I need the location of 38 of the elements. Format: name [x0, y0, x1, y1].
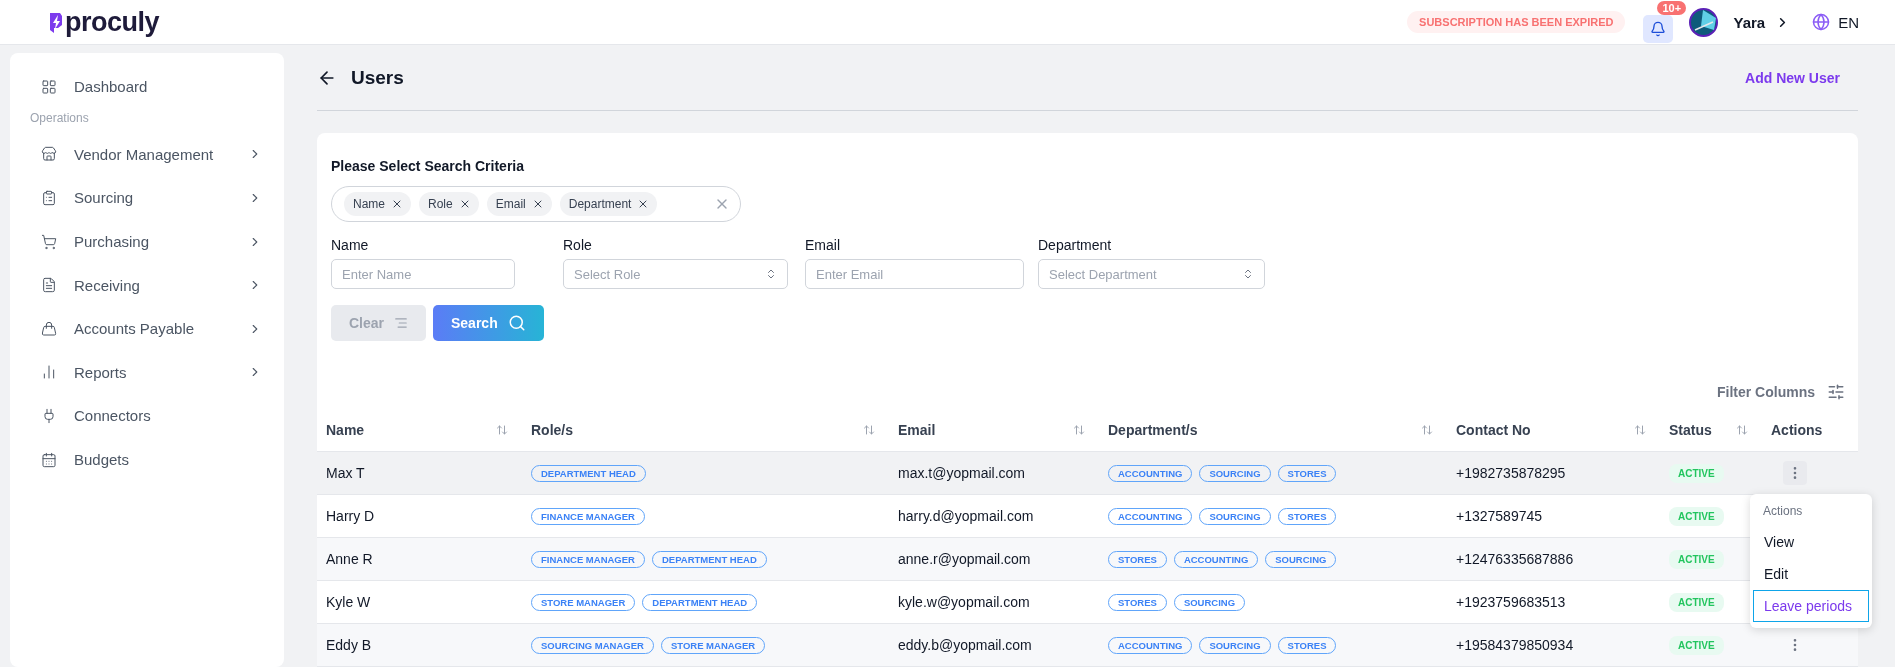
table-cell: kyle.w@yopmail.com: [898, 594, 1030, 610]
field-label: Name: [331, 237, 370, 253]
table-cell: Eddy B: [326, 637, 372, 653]
field-label: Role: [563, 237, 593, 253]
subscription-notice: SUBSCRIPTION HAS BEEN EXPIRED: [1407, 11, 1626, 33]
menu-title: Actions: [1762, 503, 1804, 520]
table-cell: Max T: [326, 465, 365, 481]
section-title: Please Select Search Criteria: [331, 158, 525, 174]
status-badge: ACTIVE: [1669, 635, 1724, 655]
table-cell: Kyle W: [326, 594, 371, 610]
status-badge: ACTIVE: [1669, 549, 1724, 569]
status-badge: ACTIVE: [1669, 463, 1724, 483]
table-cell: anne.r@yopmail.com: [898, 551, 1031, 567]
table-cell: +1982735878295: [1456, 465, 1566, 481]
column-header: Email: [898, 422, 936, 438]
table-cell: Anne R: [326, 551, 373, 567]
table-cell: +12476335687886: [1456, 551, 1574, 567]
table-cell: harry.d@yopmail.com: [898, 508, 1034, 524]
status-badge: ACTIVE: [1669, 592, 1724, 612]
column-header: Role/s: [531, 422, 573, 438]
table-cell: max.t@yopmail.com: [898, 465, 1026, 481]
table-cell: eddy.b@yopmail.com: [898, 637, 1032, 653]
column-header: Department/s: [1108, 422, 1198, 438]
table-cell: +1923759683513: [1456, 594, 1566, 610]
sidebar-section-label: Operations: [29, 109, 90, 127]
field-label: Email: [805, 237, 841, 253]
column-header: Name: [326, 422, 365, 438]
page-title: Users: [351, 66, 405, 89]
logo-text: proculy: [65, 6, 160, 38]
status-badge: ACTIVE: [1669, 506, 1724, 526]
table-cell: +19584379850934: [1456, 637, 1574, 653]
field-label: Department: [1038, 237, 1113, 253]
column-header: Actions: [1771, 422, 1823, 438]
table-cell: Harry D: [326, 508, 375, 524]
column-header: Contact No: [1456, 422, 1531, 438]
notification-count: 10+: [1657, 1, 1687, 15]
table-cell: +1327589745: [1456, 508, 1543, 524]
column-header: Status: [1669, 422, 1712, 438]
